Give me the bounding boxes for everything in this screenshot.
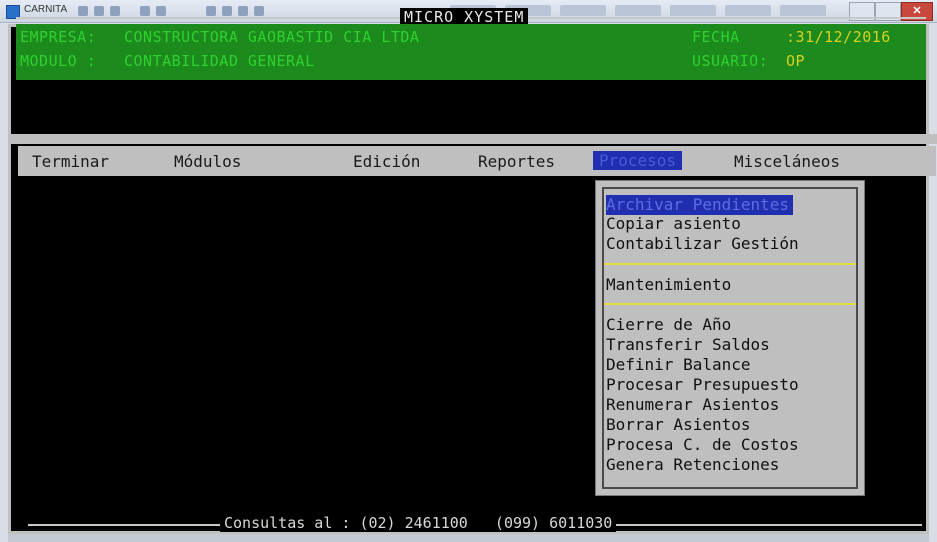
menu-procesos[interactable]: Procesos [593,151,683,170]
menu-option-definir-balance[interactable]: Definir Balance [606,355,751,375]
ribbon-tab[interactable] [670,5,716,16]
menu-separator [604,263,856,265]
usuario-value: OP [786,52,806,70]
procesos-dropdown-menu: Archivar Pendientes Copiar asiento Conta… [595,180,865,496]
menu-option-mantenimiento[interactable]: Mantenimiento [606,275,731,295]
menu-option-cierre-de-ano[interactable]: Cierre de Año [606,315,731,335]
modulo-value: CONTABILIDAD GENERAL [124,52,315,70]
empresa-label: EMPRESA: [20,28,97,46]
menu-option-renumerar-asientos[interactable]: Renumerar Asientos [606,395,779,415]
menu-option-contabilizar-gestion[interactable]: Contabilizar Gestión [606,234,799,254]
quick-access-icon[interactable] [78,6,88,16]
ribbon-tab[interactable] [780,5,826,16]
quick-access-icon[interactable] [206,6,216,16]
quick-access-icon[interactable] [254,6,264,16]
ribbon-tab[interactable] [725,5,771,16]
menu-bar: Terminar Módulos Edición Reportes Proces… [18,146,936,176]
quick-access-icon[interactable] [110,6,120,16]
menu-option-genera-retenciones[interactable]: Genera Retenciones [606,455,779,475]
modulo-label: MODULO : [20,52,97,70]
quick-access-icon[interactable] [94,6,104,16]
fecha-value: :31/12/2016 [786,28,891,46]
usuario-label: USUARIO: [692,52,769,70]
quick-access-icon[interactable] [140,6,150,16]
menu-option-borrar-asientos[interactable]: Borrar Asientos [606,415,751,435]
menu-reportes[interactable]: Reportes [478,152,555,171]
quick-access-icon[interactable] [238,6,248,16]
menu-option-archivar-pendientes[interactable]: Archivar Pendientes [606,195,794,215]
menu-option-procesar-presupuesto[interactable]: Procesar Presupuesto [606,375,799,395]
window-title: CARNITA [24,4,68,15]
menu-option-procesa-c-de-costos[interactable]: Procesa C. de Costos [606,435,799,455]
menu-top-band [8,134,937,144]
menu-miscelaneos[interactable]: Misceláneos [734,152,840,171]
empresa-value: CONSTRUCTORA GAOBASTID CIA LTDA [124,28,420,46]
menu-separator [604,303,856,305]
menu-option-transferir-saldos[interactable]: Transferir Saldos [606,335,770,355]
footer-contact-text: Consultas al : (02) 2461100 (099) 601103… [220,514,617,532]
company-info-panel: EMPRESA: CONSTRUCTORA GAOBASTID CIA LTDA… [16,24,926,80]
window-bottom-edge [8,534,929,542]
menu-terminar[interactable]: Terminar [32,152,109,171]
ribbon-tab[interactable] [615,5,661,16]
menu-modulos[interactable]: Módulos [174,152,241,171]
quick-access-icon[interactable] [156,6,166,16]
menu-option-copiar-asiento[interactable]: Copiar asiento [606,214,741,234]
ribbon-tab[interactable] [560,5,606,16]
fecha-label: FECHA [692,28,740,46]
menu-edicion[interactable]: Edición [353,152,420,171]
quick-access-icon[interactable] [222,6,232,16]
